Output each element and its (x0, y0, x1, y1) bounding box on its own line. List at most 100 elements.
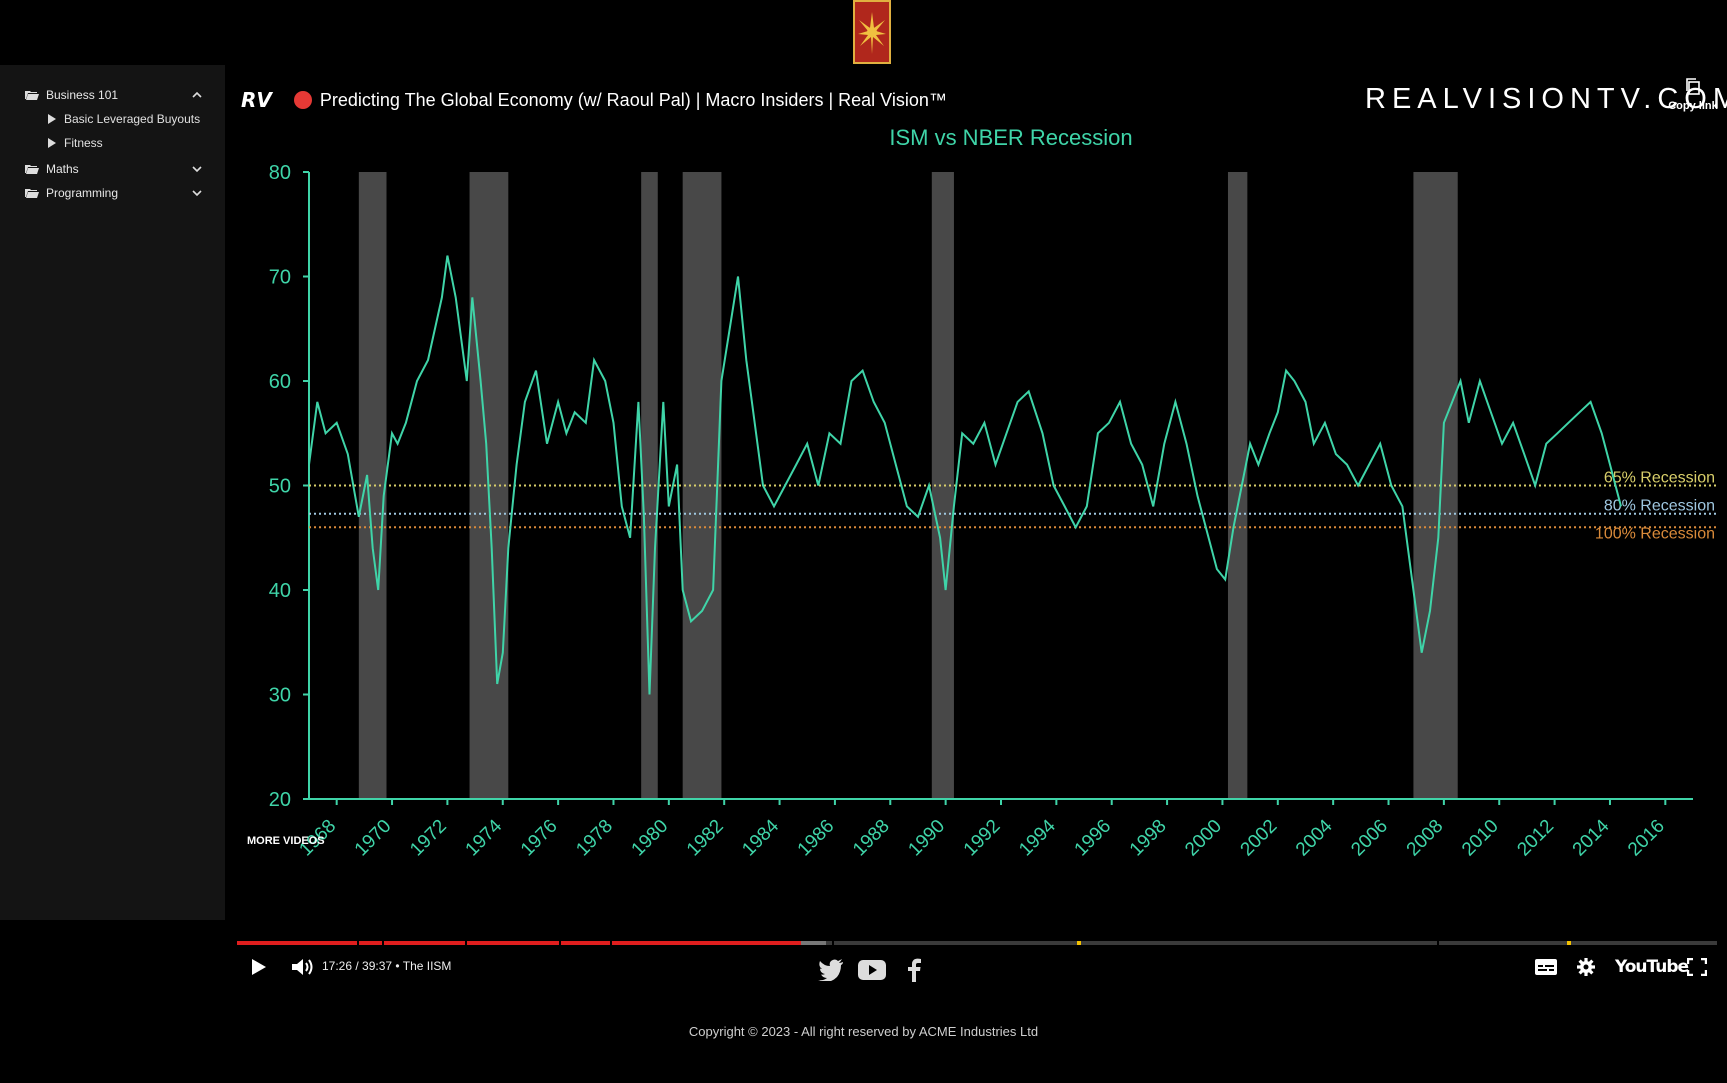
x-tick-label: 1972 (406, 816, 451, 861)
x-tick-label: 1982 (683, 816, 728, 861)
chevron-down-icon[interactable] (190, 186, 204, 200)
youtube-logo-button[interactable]: YouTube (1615, 950, 1689, 984)
sidebar-child-label: Fitness (64, 136, 103, 150)
sidebar-item-maths[interactable]: Maths (0, 158, 225, 180)
x-tick-label: 2014 (1569, 815, 1614, 860)
x-tick-label: 1976 (517, 816, 562, 861)
volume-button[interactable] (291, 950, 315, 984)
x-tick-label: 1988 (849, 816, 894, 861)
ism-chart: ISM vs NBER Recession203040506070801968 1… (269, 125, 1717, 861)
y-tick-label: 30 (269, 685, 291, 707)
chevron-down-icon[interactable] (190, 162, 204, 176)
x-tick-label: 1970 (351, 816, 396, 861)
progress-bar[interactable] (237, 941, 1717, 945)
time-elapsed-duration: 17:26 / 39:37 (322, 959, 393, 973)
x-tick-label: 1974 (462, 815, 507, 860)
video-title-bar: RV Predicting The Global Economy (w/ Rao… (241, 87, 947, 113)
facebook-link[interactable] (901, 955, 927, 985)
youtube-label: YouTube (1615, 957, 1689, 977)
y-tick-label: 70 (269, 267, 291, 289)
x-tick-label: 2006 (1347, 816, 1392, 861)
y-tick-label: 40 (269, 580, 291, 602)
x-tick-label: 1986 (794, 816, 839, 861)
y-tick-label: 80 (269, 162, 291, 184)
play-triangle-icon (48, 114, 56, 124)
sidebar-item-programming[interactable]: Programming (0, 182, 225, 204)
folder-open-icon (25, 165, 39, 174)
chevron-up-icon[interactable] (190, 88, 204, 102)
twitter-icon (818, 959, 843, 981)
eagle-emblem-icon (858, 12, 886, 54)
volume-icon (292, 959, 313, 975)
x-tick-label: 1984 (738, 815, 783, 860)
chapter-marker (357, 941, 359, 945)
footer-copyright: Copyright © 2023 - All right reserved by… (688, 1024, 1039, 1039)
facebook-icon (908, 958, 921, 982)
video-title[interactable]: Predicting The Global Economy (w/ Raoul … (320, 90, 947, 111)
play-triangle-icon (48, 138, 56, 148)
sidebar: Business 101 Basic Leveraged Buyouts Fit… (0, 65, 225, 920)
chapter-marker (610, 941, 612, 945)
x-tick-label: 1994 (1015, 815, 1060, 860)
copy-icon (1686, 78, 1700, 95)
time-display: 17:26 / 39:37 • The IISM (322, 959, 451, 973)
ad-marker (1077, 941, 1081, 945)
x-tick-label: 1990 (904, 816, 949, 861)
sidebar-item-label: Programming (46, 186, 119, 200)
chapter-marker (832, 941, 834, 945)
chapter-marker (1437, 941, 1439, 945)
sidebar-item-label: Business 101 (46, 88, 119, 102)
player-controls: 17:26 / 39:37 • The IISM YouTube (225, 950, 1727, 984)
x-tick-label: 1998 (1126, 816, 1171, 861)
y-tick-label: 60 (269, 371, 291, 393)
fullscreen-button[interactable] (1687, 950, 1707, 984)
youtube-link[interactable] (857, 955, 887, 985)
x-tick-label: 2008 (1403, 816, 1448, 861)
ad-marker (1567, 941, 1571, 945)
chapter-marker (465, 941, 467, 945)
subtitles-button[interactable] (1535, 950, 1557, 984)
more-videos-button[interactable]: MORE VIDEOS (247, 835, 325, 847)
copy-link-button[interactable]: Copy link (1663, 77, 1723, 112)
subtitles-icon (1535, 959, 1557, 975)
gear-icon (1577, 958, 1595, 976)
x-tick-label: 2002 (1237, 816, 1282, 861)
chapter-marker (382, 941, 384, 945)
sidebar-item-label: Maths (46, 162, 79, 176)
copy-link-label: Copy link (1668, 100, 1718, 112)
sidebar-child-label: Basic Leveraged Buyouts (64, 112, 201, 126)
settings-button[interactable] (1576, 950, 1596, 984)
play-button[interactable] (251, 950, 267, 984)
chapter-separator: • (395, 959, 400, 973)
chapter-marker (559, 941, 561, 945)
x-tick-label: 2000 (1181, 816, 1226, 861)
channel-avatar[interactable]: RV (241, 88, 272, 112)
x-tick-label: 2012 (1513, 816, 1558, 861)
site-logo[interactable] (853, 0, 891, 64)
fullscreen-icon (1687, 958, 1707, 976)
folder-open-icon (25, 91, 39, 100)
y-tick-label: 50 (269, 476, 291, 498)
sidebar-item-business-101[interactable]: Business 101 (0, 84, 225, 106)
folder-open-icon (25, 189, 39, 198)
chart-title: ISM vs NBER Recession (889, 125, 1132, 150)
chapter-title[interactable]: The IISM (403, 959, 452, 973)
x-tick-label: 1996 (1071, 816, 1116, 861)
x-tick-label: 2010 (1458, 816, 1503, 861)
x-tick-label: 1980 (628, 816, 673, 861)
sidebar-child-basic-leveraged-buyouts[interactable]: Basic Leveraged Buyouts (48, 108, 200, 130)
x-tick-label: 1978 (572, 816, 617, 861)
threshold-label: 100% Recession (1595, 525, 1715, 542)
x-tick-label: 2016 (1624, 816, 1669, 861)
twitter-link[interactable] (816, 955, 846, 985)
youtube-icon (858, 960, 886, 980)
video-player[interactable]: ISM vs NBER Recession 20 30 40 50 60 70 80 1968 1… (225, 65, 1727, 977)
progress-played (237, 941, 801, 945)
play-icon (252, 959, 266, 975)
sidebar-child-fitness[interactable]: Fitness (48, 132, 103, 154)
threshold-label: 65% Recession (1604, 470, 1715, 487)
y-tick-label: 20 (269, 789, 291, 811)
x-tick-label: 2004 (1292, 815, 1337, 860)
x-tick-label: 1992 (960, 816, 1005, 861)
record-dot-icon (293, 91, 312, 109)
